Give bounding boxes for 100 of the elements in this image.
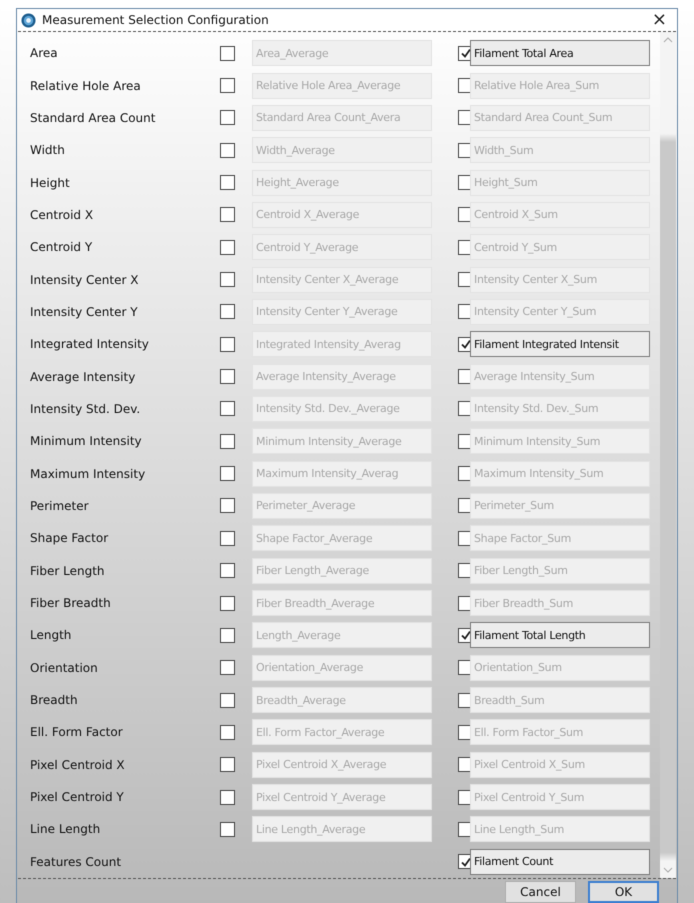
checkbox[interactable] [220,724,235,740]
checkbox[interactable] [220,207,235,222]
checkbox[interactable] [220,110,235,126]
checkbox[interactable] [220,563,235,578]
measurement-label: Intensity Std. Dev. [30,402,142,416]
average-name-field[interactable]: Orientation_Average [252,654,432,681]
average-name-field[interactable]: Breadth_Average [252,687,432,714]
measurement-label: Shape Factor [30,531,110,546]
measurement-label: Pixel Centroid X [30,758,126,772]
sum-name-field[interactable]: Relative Hole Area_Sum [470,72,650,99]
checkbox[interactable] [220,142,235,158]
measurement-label: Ell. Form Factor [30,725,124,740]
sum-name-field[interactable]: Breadth_Sum [470,687,650,714]
checkbox[interactable] [220,272,235,288]
sum-name-field[interactable]: Intensity Center X_Sum [470,266,650,293]
sum-name-field[interactable]: Ell. Form Factor_Sum [470,719,650,746]
average-name-field[interactable]: Area_Average [252,40,432,66]
sum-name-field[interactable]: Filament Integrated Intensit [470,331,650,358]
ok-button[interactable]: OK [588,881,659,903]
measurement-label: Average Intensity [30,370,136,384]
sum-name-field[interactable]: Perimeter_Sum [470,492,650,519]
measurement-label: Minimum Intensity [30,434,143,448]
checkbox[interactable] [220,596,235,611]
close-button[interactable]: × [646,10,673,30]
checkbox[interactable] [220,336,235,352]
sum-name-field[interactable]: Intensity Center Y_Sum [470,298,650,325]
measurement-label: Centroid X [30,208,94,222]
checkbox[interactable] [220,240,235,255]
average-name-field[interactable]: Centroid X_Average [252,202,432,228]
measurement-label: Standard Area Count [30,110,156,125]
checkbox[interactable] [220,369,235,384]
sum-name-field[interactable]: Standard Area Count_Sum [470,104,650,131]
checkbox[interactable] [220,78,235,94]
average-name-field[interactable]: Line Length_Average [252,816,432,842]
average-name-field[interactable]: Intensity Center Y_Average [252,298,432,325]
measurement-label: Fiber Breadth [30,596,112,610]
window-title: Measurement Selection Configuration [42,13,270,27]
cancel-button[interactable]: Cancel [505,881,576,903]
sum-name-field[interactable]: Centroid Y_Sum [470,234,650,260]
sum-name-field[interactable]: Height_Sum [470,170,650,196]
measurement-label: Maximum Intensity [30,466,146,481]
measurement-label: Breadth [30,693,79,708]
checkbox[interactable] [220,498,235,514]
checkbox[interactable] [220,434,235,449]
measurement-label: Integrated Intensity [30,337,150,352]
average-name-field[interactable]: Height_Average [252,170,432,196]
average-name-field[interactable]: Ell. Form Factor_Average [252,719,432,746]
average-name-field[interactable]: Fiber Breadth_Average [252,590,432,616]
sum-name-field[interactable]: Intensity Std. Dev._Sum [470,396,650,422]
measurement-label: Height [30,176,71,190]
checkbox[interactable] [220,757,235,772]
measurement-label: Intensity Center X [30,272,140,287]
checkbox[interactable] [220,466,235,482]
average-name-field[interactable]: Minimum Intensity_Average [252,428,432,454]
app-logo-icon [21,12,36,28]
average-name-field[interactable]: Maximum Intensity_Averag [252,460,432,487]
sum-name-field[interactable]: Maximum Intensity_Sum [470,460,650,487]
average-name-field[interactable]: Intensity Center X_Average [252,266,432,293]
checkbox[interactable] [220,790,235,805]
sum-name-field[interactable]: Orientation_Sum [470,654,650,681]
measurement-label: Orientation [30,660,99,675]
checkbox[interactable] [220,401,235,416]
average-name-field[interactable]: Intensity Std. Dev._Average [252,396,432,422]
checkbox[interactable] [220,175,235,190]
sum-name-field[interactable]: Fiber Breadth_Sum [470,590,650,616]
sum-name-field[interactable]: Shape Factor_Sum [470,525,650,552]
checkbox[interactable] [220,692,235,708]
sum-name-field[interactable]: Fiber Length_Sum [470,558,650,584]
average-name-field[interactable]: Standard Area Count_Avera [252,104,432,131]
checkbox[interactable] [220,660,235,676]
sum-name-field[interactable]: Width_Sum [470,137,650,164]
average-name-field[interactable]: Average Intensity_Average [252,364,432,390]
checkbox[interactable] [220,530,235,546]
sum-name-field[interactable]: Filament Total Area [470,40,650,66]
sum-name-field[interactable]: Line Length_Sum [470,816,650,842]
average-name-field[interactable]: Integrated Intensity_Averag [252,331,432,358]
measurement-label: Perimeter [30,498,90,513]
checkbox[interactable] [220,822,235,837]
average-name-field[interactable]: Pixel Centroid Y_Average [252,784,432,810]
checkbox[interactable] [220,304,235,320]
sum-name-field[interactable]: Minimum Intensity_Sum [470,428,650,454]
sum-name-field[interactable]: Filament Total Length [470,622,650,648]
average-name-field[interactable]: Relative Hole Area_Average [252,72,432,99]
average-name-field[interactable]: Perimeter_Average [252,492,432,519]
checkbox[interactable] [220,46,235,61]
checkbox[interactable] [220,628,235,643]
average-name-field[interactable]: Pixel Centroid X_Average [252,752,432,778]
average-name-field[interactable]: Shape Factor_Average [252,525,432,552]
measurement-label: Area [30,46,59,60]
sum-name-field[interactable]: Average Intensity_Sum [470,364,650,390]
sum-name-field[interactable]: Centroid X_Sum [470,202,650,228]
measurement-label: Length [30,628,72,642]
sum-name-field[interactable]: Pixel Centroid X_Sum [470,752,650,778]
average-name-field[interactable]: Width_Average [252,137,432,164]
sum-name-field[interactable]: Pixel Centroid Y_Sum [470,784,650,810]
average-name-field[interactable]: Length_Average [252,622,432,648]
sum-name-field[interactable]: Filament Count [470,848,650,875]
measurement-label: Fiber Length [30,564,106,578]
average-name-field[interactable]: Centroid Y_Average [252,234,432,260]
average-name-field[interactable]: Fiber Length_Average [252,558,432,584]
